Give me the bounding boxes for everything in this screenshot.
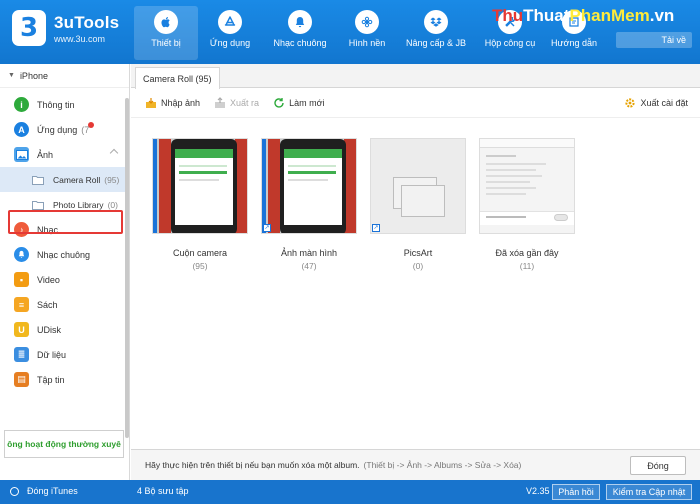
collapse-triangle-icon: ▼ <box>8 72 15 79</box>
album-count: (11) <box>519 261 535 271</box>
sidebar-scrollbar[interactable] <box>125 98 129 438</box>
hint-path: (Thiết bị -> Ảnh -> Albums -> Sửa -> Xóa… <box>363 460 522 470</box>
tab-camera-roll[interactable]: Camera Roll (95) <box>135 67 220 89</box>
app-name: 3uTools <box>54 12 120 32</box>
udisk-icon: U <box>14 322 29 337</box>
check-update-button[interactable]: Kiểm tra Cập nhật <box>606 484 692 500</box>
album-thumbnail: ↗ <box>261 138 357 234</box>
collections-count: 4 Bộ sưu tập <box>137 486 189 496</box>
album-name: Cuộn camera <box>172 248 228 258</box>
logo-badge: 3 <box>12 10 46 46</box>
album-grid: Cuộn camera (95) ↗ Ảnh màn hình (47) ↗ P… <box>146 138 582 271</box>
toolbar: Nhập ảnh Xuất ra Làm mới Xuất cài đặt <box>131 88 700 118</box>
album-thumbnail <box>152 138 248 234</box>
app-url: www.3u.com <box>54 33 106 44</box>
highlight-box <box>8 210 123 234</box>
nav-ung-dung[interactable]: Ứng dụng <box>198 6 262 60</box>
album-count: (0) <box>412 261 424 271</box>
sidebar-item-tap-tin[interactable]: ▤ Tập tin <box>0 367 129 392</box>
file-icon: ▤ <box>14 372 29 387</box>
app-store-icon <box>218 10 242 34</box>
device-name: iPhone <box>19 70 48 81</box>
nav-nhac-chuong[interactable]: Nhạc chuông <box>262 6 338 60</box>
album-count: (95) <box>192 261 208 271</box>
version-label: V2.35 <box>526 486 550 496</box>
album-count: (47) <box>301 261 317 271</box>
album-picsart[interactable]: ↗ PicsArt (0) <box>364 138 472 271</box>
app-store-icon: A <box>14 122 29 137</box>
sidebar-item-video[interactable]: ▪ Video <box>0 267 129 292</box>
album-name: PicsArt <box>403 248 433 258</box>
circle-icon <box>10 486 19 496</box>
marquee-text: ông hoạt động thường xuyê <box>4 430 124 458</box>
hint-bar: Hãy thực hiện trên thiết bị nếu bạn muốn… <box>131 449 700 480</box>
device-header[interactable]: ▼ iPhone <box>0 64 129 88</box>
album-name: Ảnh màn hình <box>280 248 338 258</box>
refresh-button[interactable]: Làm mới <box>273 97 325 109</box>
photo-icon <box>14 147 29 162</box>
bell-icon <box>14 247 29 262</box>
folder-icon <box>30 172 45 187</box>
sidebar-item-camera-roll[interactable]: Camera Roll (95) <box>0 167 129 192</box>
flower-icon <box>355 10 379 34</box>
sidebar-item-anh[interactable]: Ảnh <box>0 142 129 167</box>
gear-icon <box>625 98 636 108</box>
download-button[interactable]: Tải về <box>616 32 692 48</box>
bell-icon <box>288 10 312 34</box>
album-anh-man-hinh[interactable]: ↗ Ảnh màn hình (47) <box>255 138 363 271</box>
sidebar-item-sach[interactable]: ≡ Sách <box>0 292 129 317</box>
shortcut-arrow-icon: ↗ <box>263 224 271 232</box>
download-label: Tải về <box>661 35 686 45</box>
top-bar: 3 3uTools www.3u.com Thiết bị Ứng dụng N… <box>0 0 700 64</box>
data-icon: ≣ <box>14 347 29 362</box>
album-cuon-camera[interactable]: Cuộn camera (95) <box>146 138 254 271</box>
export-settings-button[interactable]: Xuất cài đặt <box>624 97 688 109</box>
nav-nang-cap-jb[interactable]: Nâng cấp & JB <box>396 6 476 60</box>
sidebar-item-du-lieu[interactable]: ≣ Dữ liệu <box>0 342 129 367</box>
dropbox-icon <box>424 10 448 34</box>
main-panel: Camera Roll (95) Nhập ảnh Xuất ra Làm mớ… <box>131 64 700 480</box>
tab-bar: Camera Roll (95) <box>131 64 700 89</box>
notification-dot <box>88 122 94 128</box>
export-button[interactable]: Xuất ra <box>214 96 259 109</box>
import-icon <box>146 97 156 108</box>
app-logo: 3 3uTools www.3u.com <box>12 10 119 46</box>
nav-thiet-bi[interactable]: Thiết bị <box>134 6 198 60</box>
import-photos-button[interactable]: Nhập ảnh <box>145 97 200 109</box>
book-icon: ≡ <box>14 297 29 312</box>
sidebar-item-nhac-chuong[interactable]: Nhạc chuông <box>0 242 129 267</box>
info-icon: i <box>14 97 29 112</box>
album-da-xoa-gan-day[interactable]: Đã xóa gần đây (11) <box>473 138 581 271</box>
album-thumbnail <box>479 138 575 234</box>
apple-icon <box>154 10 178 34</box>
shortcut-arrow-icon: ↗ <box>372 224 380 232</box>
video-icon: ▪ <box>14 272 29 287</box>
sidebar-item-ung-dung[interactable]: A Ứng dụng (7 <box>0 117 129 142</box>
close-itunes-toggle[interactable]: Đóng iTunes <box>10 486 78 496</box>
hint-text: Hãy thực hiện trên thiết bị nếu bạn muốn… <box>145 460 360 470</box>
sidebar-item-udisk[interactable]: U UDisk <box>0 317 129 342</box>
close-button[interactable]: Đóng <box>630 456 686 475</box>
feedback-button[interactable]: Phản hồi <box>552 484 600 500</box>
watermark-logo: ThuThuatPhanMem.vn <box>492 6 675 25</box>
sidebar: ▼ iPhone i Thông tin A Ứng dụng (7 Ảnh C… <box>0 64 130 480</box>
album-name: Đã xóa gần đây <box>495 248 559 258</box>
refresh-icon <box>274 97 284 108</box>
sidebar-item-thong-tin[interactable]: i Thông tin <box>0 92 129 117</box>
nav-hinh-nen[interactable]: Hình nền <box>338 6 396 60</box>
status-bar: Đóng iTunes 4 Bộ sưu tập V2.35 Phản hồi … <box>0 480 700 504</box>
sidebar-list: i Thông tin A Ứng dụng (7 Ảnh Camera Rol… <box>0 88 129 392</box>
album-thumbnail: ↗ <box>370 138 466 234</box>
chevron-up-icon <box>109 148 119 158</box>
export-icon <box>215 96 226 108</box>
